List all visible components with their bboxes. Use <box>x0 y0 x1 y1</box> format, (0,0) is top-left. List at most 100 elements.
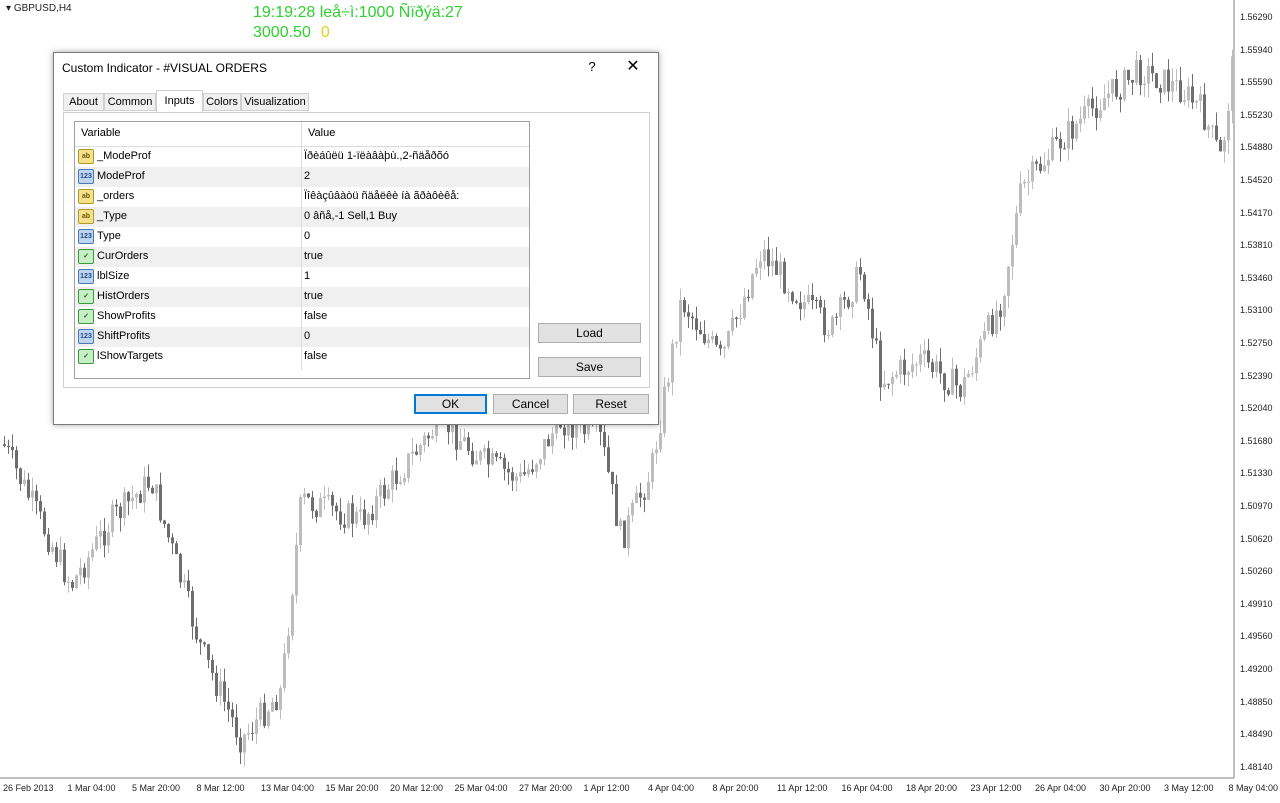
candle-body <box>123 492 126 519</box>
candle-body <box>255 719 258 734</box>
variable-name: lShowTargets <box>97 350 164 362</box>
candle-body <box>63 549 66 583</box>
candle-body <box>535 464 538 472</box>
candle-body <box>1191 86 1194 103</box>
candle-body <box>487 448 490 465</box>
candle-body <box>819 300 822 308</box>
candle-body <box>1035 161 1038 164</box>
candle-body <box>1115 78 1118 97</box>
candle-body <box>839 297 842 317</box>
variable-value[interactable]: 1 <box>304 270 310 282</box>
price-tick: 1.50620 <box>1240 533 1273 544</box>
grid-header: Variable Value <box>75 122 529 147</box>
price-tick: 1.51680 <box>1240 435 1273 446</box>
variable-value[interactable]: 2 <box>304 170 310 182</box>
candle-body <box>391 470 394 490</box>
boolean-type-icon: ✓ <box>78 249 94 264</box>
cancel-button[interactable]: Cancel <box>493 394 568 414</box>
candle-body <box>235 717 238 738</box>
candle-body <box>943 373 946 391</box>
candle-body <box>539 459 542 465</box>
column-value[interactable]: Value <box>308 127 335 139</box>
input-row-historders[interactable]: ✓ HistOrders true <box>75 287 529 307</box>
input-row-lblsize[interactable]: 123 lblSize 1 <box>75 267 529 287</box>
variable-value[interactable]: Ïðèáûëü 1-ïëàâàþù.,2-ñäåðõó <box>304 150 449 162</box>
time-tick: 18 Apr 20:00 <box>906 783 958 793</box>
candle-body <box>1007 266 1010 296</box>
candle-body <box>907 372 910 375</box>
candle-body <box>663 386 666 434</box>
candle-body <box>363 509 366 525</box>
candle-body <box>527 469 530 475</box>
custom-indicator-dialog: Custom Indicator - #VISUAL ORDERS ? ✕ Ab… <box>53 52 659 425</box>
candle-body <box>1011 244 1014 267</box>
variable-value[interactable]: false <box>304 350 327 362</box>
candle-body <box>467 437 470 451</box>
input-row-curorders[interactable]: ✓ CurOrders true <box>75 247 529 267</box>
variable-value[interactable]: true <box>304 290 323 302</box>
input-row-modeprof[interactable]: ab _ModeProf Ïðèáûëü 1-ïëàâàþù.,2-ñäåðõó <box>75 147 529 167</box>
input-row-type[interactable]: 123 Type 0 <box>75 227 529 247</box>
reset-button[interactable]: Reset <box>573 394 649 414</box>
close-icon[interactable]: ✕ <box>620 57 646 77</box>
load-button[interactable]: Load <box>538 323 641 343</box>
time-tick: 4 Apr 04:00 <box>648 783 695 793</box>
tab-common[interactable]: Common <box>104 93 156 111</box>
candle-body <box>359 509 362 512</box>
candle-body <box>1087 98 1090 107</box>
candle-body <box>687 312 690 317</box>
candle-body <box>767 249 770 267</box>
candle-body <box>959 385 962 397</box>
column-variable[interactable]: Variable <box>81 127 121 139</box>
candle-body <box>759 261 762 268</box>
candle-body <box>27 479 30 498</box>
inputs-grid: Variable Value ab _ModeProf Ïðèáûëü 1-ïëàâ… <box>74 121 530 379</box>
tab-visualization[interactable]: Visualization <box>241 93 309 111</box>
candle-body <box>731 317 734 332</box>
integer-type-icon: 123 <box>78 329 94 344</box>
candle-body <box>631 502 634 516</box>
variable-value[interactable]: Ïîêàçûâàòü ñäåëêè íà ãðàôèêå: <box>304 190 459 202</box>
candle-body <box>679 300 682 342</box>
candle-body <box>183 580 186 583</box>
input-row-lshowtargets[interactable]: ✓ lShowTargets false <box>75 347 529 367</box>
variable-value[interactable]: 0 âñå,-1 Sell,1 Buy <box>304 210 397 222</box>
candle-body <box>1031 161 1034 182</box>
variable-value[interactable]: true <box>304 250 323 262</box>
variable-value[interactable]: 0 <box>304 230 310 242</box>
input-row-type[interactable]: ab _Type 0 âñå,-1 Sell,1 Buy <box>75 207 529 227</box>
variable-value[interactable]: false <box>304 310 327 322</box>
candle-body <box>643 497 646 500</box>
candle-body <box>947 390 950 395</box>
input-row-showprofits[interactable]: ✓ ShowProfits false <box>75 307 529 327</box>
candle-body <box>1083 106 1086 119</box>
help-icon[interactable]: ? <box>582 57 602 77</box>
candle-body <box>1015 212 1018 245</box>
chart-menu-icon[interactable]: ▾ <box>6 3 14 14</box>
candle-body <box>91 549 94 558</box>
candle-body <box>1107 93 1110 99</box>
input-row-orders[interactable]: ab _orders Ïîêàçûâàòü ñäåëêè íà ãðàôèêå: <box>75 187 529 207</box>
candle-body <box>147 476 150 488</box>
candle-body <box>715 335 718 345</box>
tab-about[interactable]: About <box>63 93 104 111</box>
candle-body <box>143 476 146 503</box>
candle-body <box>7 445 10 447</box>
candle-body <box>499 456 502 458</box>
variable-name: ShiftProfits <box>97 330 151 342</box>
input-row-shiftprofits[interactable]: 123 ShiftProfits 0 <box>75 327 529 347</box>
time-tick: 8 May 04:00 <box>1228 783 1279 793</box>
candle-body <box>855 267 858 303</box>
tab-colors[interactable]: Colors <box>203 93 241 111</box>
candle-body <box>1127 69 1130 81</box>
candle-body <box>1179 80 1182 103</box>
variable-value[interactable]: 0 <box>304 330 310 342</box>
tab-inputs[interactable]: Inputs <box>156 90 203 112</box>
candle-body <box>275 702 278 711</box>
ok-button[interactable]: OK <box>414 394 487 414</box>
candle-body <box>523 472 526 475</box>
candle-body <box>967 373 970 377</box>
save-button[interactable]: Save <box>538 357 641 377</box>
input-row-modeprof[interactable]: 123 ModeProf 2 <box>75 167 529 187</box>
column-separator[interactable] <box>301 122 302 370</box>
